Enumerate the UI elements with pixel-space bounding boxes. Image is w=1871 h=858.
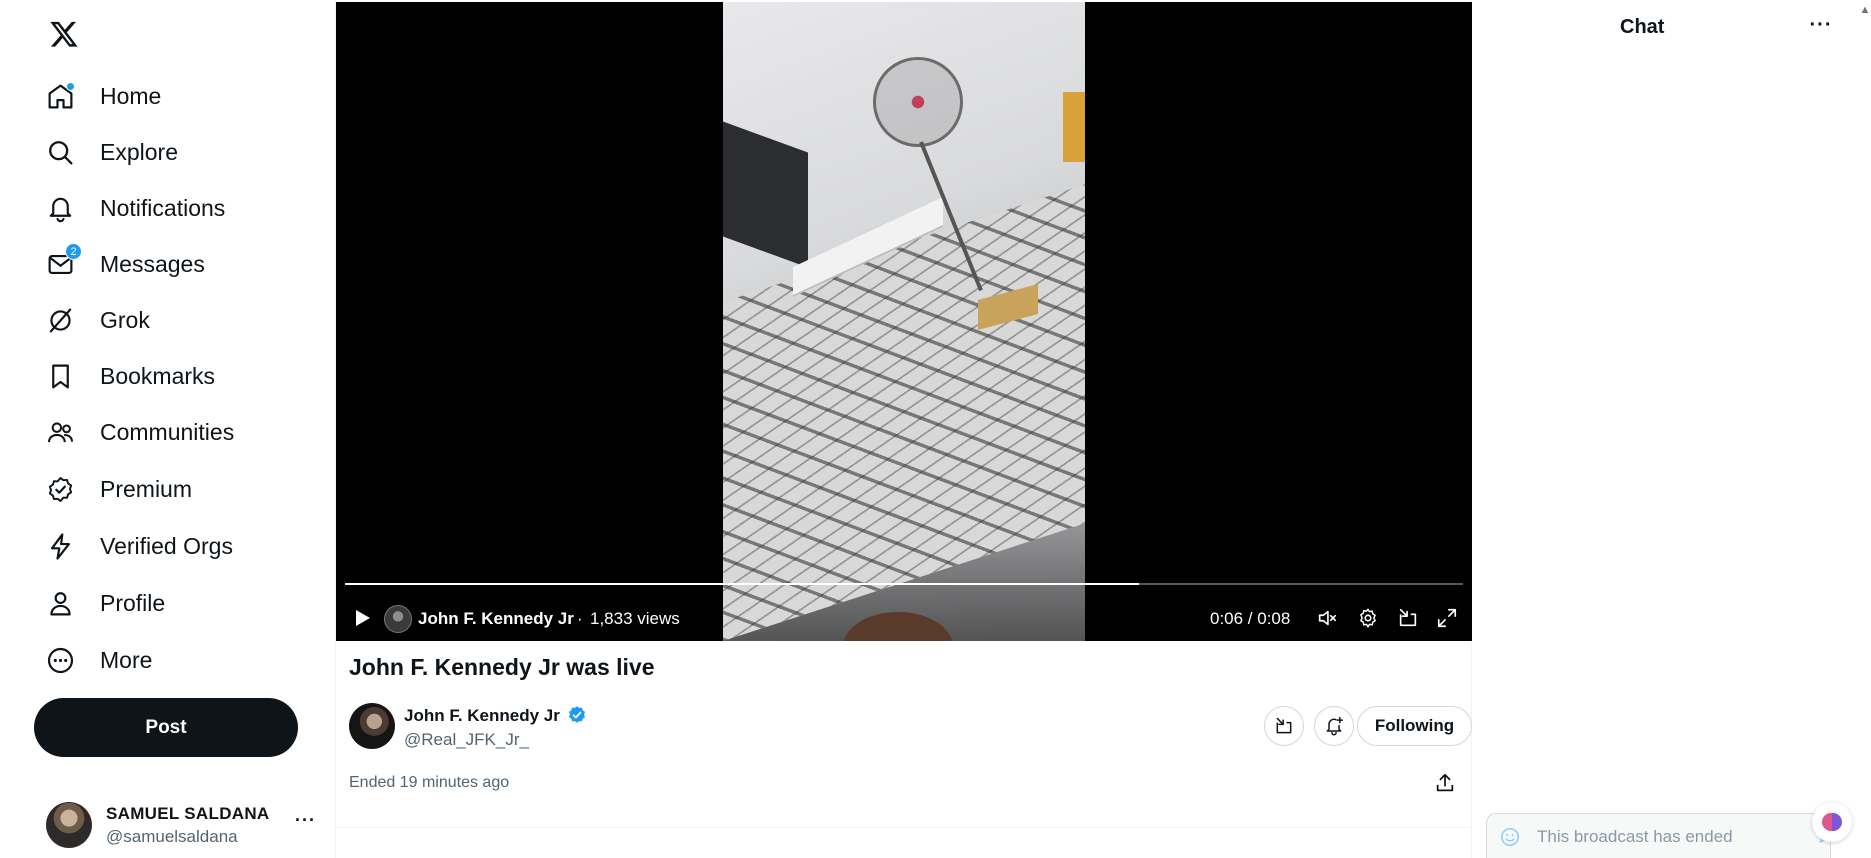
bell-plus-icon	[1326, 716, 1344, 736]
broadcaster-name[interactable]: John F. Kennedy Jr	[418, 609, 574, 629]
video-controls: John F. Kennedy Jr · 1,833 views 0:06 / …	[336, 598, 1472, 638]
nav-more-label: More	[100, 646, 153, 673]
video-progress-fill	[345, 583, 1139, 585]
chat-title: Chat	[1620, 16, 1665, 38]
dock-button[interactable]	[1264, 706, 1304, 746]
host-name[interactable]: John F. Kennedy Jr	[404, 706, 560, 726]
broadcast-title: John F. Kennedy Jr was live	[349, 654, 655, 680]
home-icon	[44, 80, 76, 112]
host-avatar[interactable]	[349, 703, 395, 749]
main-column: John F. Kennedy Jr · 1,833 views 0:06 / …	[335, 0, 1472, 858]
mail-icon: 2	[44, 243, 82, 280]
account-info: SAMUEL SALDANA @samuelsaldana	[106, 804, 270, 847]
unread-dot	[66, 82, 75, 91]
broadcaster-avatar[interactable]	[384, 605, 412, 633]
video-scene-tv	[723, 121, 808, 268]
dock-icon[interactable]	[1396, 606, 1420, 630]
account-switcher[interactable]: SAMUEL SALDANA @samuelsaldana ···	[34, 796, 324, 854]
left-sidebar: Home Explore Notifications 2 Messages Gr…	[0, 0, 335, 858]
ended-timestamp: Ended 19 minutes ago	[349, 774, 510, 791]
playback-time: 0:06 / 0:08	[1210, 609, 1291, 628]
dock-icon	[1276, 717, 1292, 734]
nav-verified-orgs-label: Verified Orgs	[100, 532, 233, 559]
avatar	[46, 802, 92, 848]
video-scene-wall-accent	[1063, 92, 1085, 162]
separator: ·	[577, 609, 583, 628]
host-handle[interactable]: @Real_JFK_Jr_	[404, 730, 529, 750]
account-handle: @samuelsaldana	[106, 826, 238, 846]
bell-icon	[44, 192, 76, 224]
nav-verified-orgs[interactable]: Verified Orgs	[44, 522, 233, 570]
mute-icon[interactable]	[1315, 606, 1339, 630]
nav-profile-label: Profile	[100, 589, 166, 616]
nav-communities[interactable]: Communities	[44, 408, 234, 456]
emoji-icon[interactable]	[1499, 826, 1521, 848]
scrollbar-up-arrow-icon[interactable]: ▲	[1859, 4, 1871, 16]
nav-explore[interactable]: Explore	[44, 128, 178, 176]
nav-bookmarks[interactable]: Bookmarks	[44, 352, 215, 400]
people-icon	[44, 416, 76, 448]
x-logo-icon[interactable]	[44, 14, 84, 54]
nav-premium[interactable]: Premium	[44, 465, 192, 513]
nav-home-label: Home	[100, 82, 162, 109]
messages-count-badge: 2	[65, 243, 82, 260]
nav-grok-label: Grok	[100, 306, 150, 333]
nav-home[interactable]: Home	[44, 72, 161, 120]
video-player[interactable]: John F. Kennedy Jr · 1,833 views 0:06 / …	[336, 2, 1472, 641]
nav-messages-label: Messages	[100, 250, 205, 277]
nav-bookmarks-label: Bookmarks	[100, 362, 216, 389]
nav-more[interactable]: More	[44, 636, 152, 684]
fullscreen-icon[interactable]	[1435, 606, 1459, 630]
chat-placeholder: This broadcast has ended	[1537, 827, 1733, 846]
video-frame	[723, 2, 1085, 641]
settings-gear-icon[interactable]	[1356, 606, 1380, 630]
post-button[interactable]: Post	[34, 698, 298, 757]
nav-messages[interactable]: 2 Messages	[44, 240, 205, 288]
host-row: John F. Kennedy Jr @Real_JFK_Jr_ Followi…	[349, 703, 1472, 751]
person-icon	[44, 587, 76, 619]
share-icon[interactable]	[1431, 769, 1459, 797]
chat-panel: Chat ··· ▲ This broadcast has ended	[1473, 0, 1871, 858]
account-more-icon[interactable]: ···	[295, 810, 316, 831]
nav-notifications-label: Notifications	[100, 194, 226, 221]
lightning-icon	[44, 530, 76, 562]
search-icon	[44, 136, 76, 168]
account-name: SAMUEL SALDANA	[106, 803, 270, 823]
view-count: 1,833 views	[590, 609, 680, 628]
more-circle-icon	[44, 644, 76, 676]
divider	[336, 827, 1472, 828]
nav-communities-label: Communities	[100, 418, 235, 445]
grok-icon	[44, 304, 76, 336]
chat-input[interactable]: This broadcast has ended	[1486, 813, 1835, 858]
nav-premium-label: Premium	[100, 475, 193, 502]
nav-notifications[interactable]: Notifications	[44, 184, 225, 232]
chat-more-icon[interactable]: ···	[1806, 14, 1836, 42]
verified-badge-icon	[569, 706, 585, 723]
nav-profile[interactable]: Profile	[44, 579, 165, 627]
nav-grok[interactable]: Grok	[44, 296, 150, 344]
video-scene-fan	[873, 57, 963, 147]
video-progress-bar[interactable]	[345, 583, 1463, 585]
nav-explore-label: Explore	[100, 138, 178, 165]
bookmark-icon	[44, 360, 76, 392]
extension-brain-icon[interactable]	[1812, 802, 1852, 842]
following-button[interactable]: Following	[1357, 706, 1472, 746]
notify-button[interactable]	[1314, 706, 1354, 746]
play-icon[interactable]	[350, 606, 374, 630]
verified-badge-icon	[44, 473, 76, 505]
